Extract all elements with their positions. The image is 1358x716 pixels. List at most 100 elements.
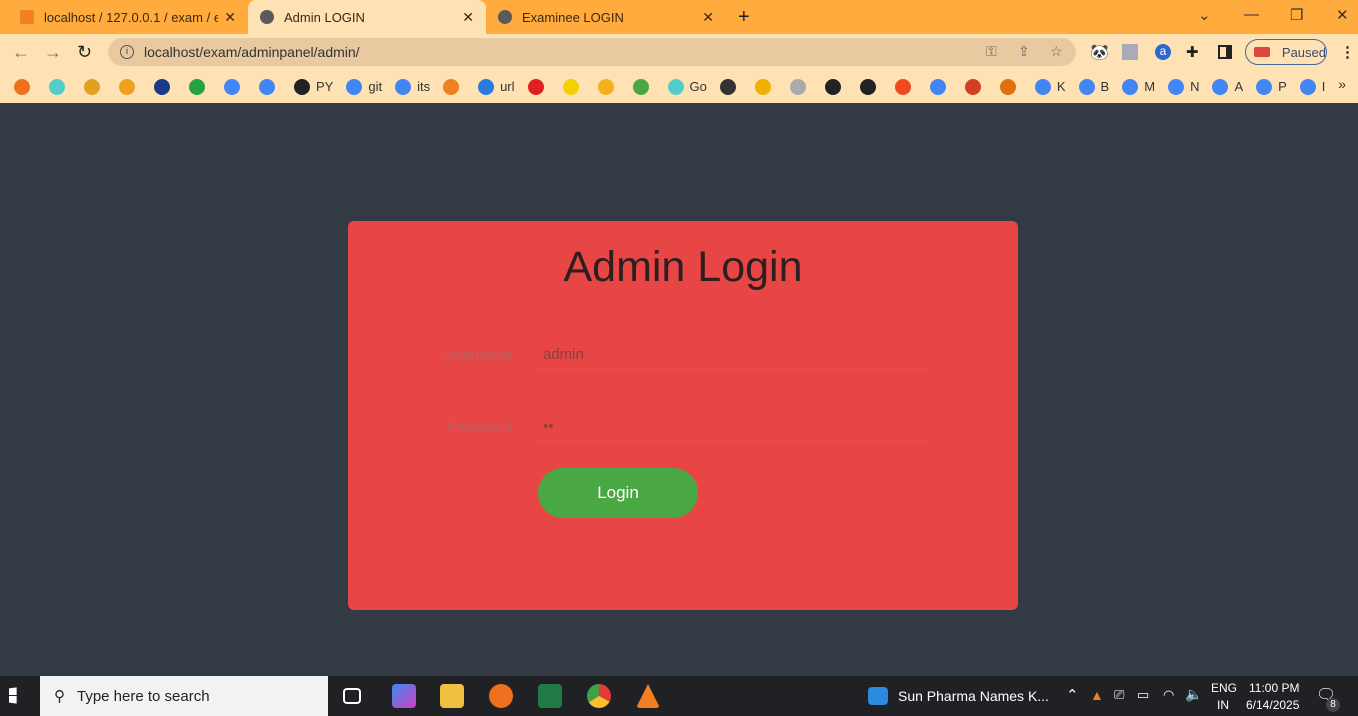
taskbar-search[interactable]: ⚲ Type here to search (40, 676, 328, 716)
forward-button[interactable]: → (44, 42, 62, 63)
back-button[interactable]: ← (12, 42, 30, 63)
bookmark-item[interactable]: I (1299, 78, 1325, 95)
bookmark-item[interactable]: A (1212, 78, 1243, 95)
password-field[interactable] (538, 412, 930, 442)
bookmark-item[interactable] (562, 78, 585, 95)
tab-search-chevron-icon[interactable]: ⌄ (1198, 6, 1211, 24)
battery-icon[interactable]: ▭ (1137, 687, 1149, 703)
clock-time[interactable]: 11:00 PM (1249, 681, 1299, 695)
bookmark-item[interactable]: M (1122, 78, 1155, 95)
bookmark-item[interactable] (49, 78, 71, 95)
bookmark-item[interactable]: its (395, 78, 430, 95)
panda-extension-icon[interactable]: 🐼 (1090, 43, 1109, 61)
copilot-icon[interactable] (392, 684, 416, 708)
bookmark-item[interactable] (929, 78, 952, 95)
bookmark-item[interactable] (719, 78, 742, 95)
vlc-icon[interactable] (636, 684, 660, 708)
username-field[interactable] (538, 340, 930, 370)
tab-phpmyadmin[interactable]: localhost / 127.0.0.1 / exam / exa ✕ (8, 0, 248, 34)
bookmark-item[interactable] (443, 78, 465, 95)
bookmark-item[interactable] (824, 78, 847, 95)
bookmark-item[interactable] (119, 78, 141, 95)
bookmark-item[interactable]: N (1168, 78, 1199, 95)
clock-date[interactable]: 6/14/2025 (1246, 698, 1299, 712)
profile-button[interactable]: Paused (1245, 39, 1327, 65)
bookmark-item[interactable]: url (478, 78, 515, 95)
bookmarks-bar: PY git its url Go K B M N A P I (0, 70, 1358, 103)
bookmark-item[interactable] (964, 78, 987, 95)
news-widget-icon[interactable] (868, 687, 888, 705)
extension-icon[interactable] (1122, 44, 1138, 60)
bookmark-item[interactable] (189, 78, 211, 95)
reload-button[interactable]: ↻ (77, 42, 92, 63)
tab-admin-login[interactable]: Admin LOGIN ✕ (248, 0, 486, 34)
bookmark-favicon-icon (527, 78, 544, 95)
bookmark-item[interactable] (597, 78, 620, 95)
bookmark-favicon-icon (999, 78, 1016, 95)
more-bookmarks-icon[interactable]: » (1338, 76, 1346, 92)
bookmark-item[interactable] (14, 78, 36, 95)
language-indicator[interactable]: ENG (1211, 681, 1237, 695)
login-button[interactable]: Login (538, 468, 698, 518)
puzzle-extensions-icon[interactable]: ✚ (1186, 43, 1199, 61)
bookmark-favicon-icon (667, 78, 684, 95)
bookmark-item[interactable]: K (1034, 78, 1066, 95)
bookmark-item[interactable]: git (346, 78, 382, 95)
volume-icon[interactable]: 🔈 (1185, 686, 1202, 703)
bookmark-item[interactable]: B (1078, 78, 1109, 95)
bookmark-item[interactable] (859, 78, 882, 95)
phpmyadmin-icon (20, 10, 34, 24)
close-icon[interactable]: ✕ (224, 9, 236, 26)
bookmark-item[interactable] (224, 78, 246, 95)
menu-icon[interactable]: ⋮ (1340, 43, 1355, 61)
key-icon[interactable]: ⚿ (986, 43, 997, 60)
bookmark-item[interactable] (527, 78, 550, 95)
new-tab-button[interactable]: + (738, 6, 750, 29)
info-icon[interactable]: i (120, 45, 134, 59)
login-card: Admin Login Username Password Login (348, 221, 1018, 610)
bookmark-item[interactable] (154, 78, 176, 95)
avatar (1254, 47, 1270, 57)
close-window-button[interactable]: ✕ (1336, 6, 1349, 24)
bookmark-favicon-icon (395, 78, 412, 95)
share-icon[interactable]: ⇪ (1018, 43, 1030, 60)
bookmark-favicon-icon (1256, 78, 1273, 95)
amazon-assistant-icon[interactable]: a (1155, 44, 1171, 60)
wifi-icon[interactable]: ◠ (1163, 687, 1174, 703)
show-hidden-icons[interactable]: ⌃ (1066, 686, 1079, 704)
bookmark-item[interactable] (754, 78, 777, 95)
bookmark-item[interactable] (999, 78, 1022, 95)
excel-icon[interactable] (538, 684, 562, 708)
bookmark-item[interactable] (894, 78, 917, 95)
news-widget[interactable]: Sun Pharma Names K... (898, 688, 1049, 704)
minimize-button[interactable]: — (1244, 6, 1259, 23)
close-icon[interactable]: ✕ (702, 9, 714, 26)
bookmark-favicon-icon (964, 78, 981, 95)
close-icon[interactable]: ✕ (462, 9, 474, 26)
bookmark-item[interactable] (632, 78, 655, 95)
tab-strip: localhost / 127.0.0.1 / exam / exa ✕ Admi… (0, 0, 1358, 34)
bookmark-item[interactable]: PY (294, 78, 333, 95)
file-explorer-icon[interactable] (440, 684, 464, 708)
restore-button[interactable]: ❐ (1290, 6, 1303, 24)
language-region[interactable]: IN (1217, 698, 1229, 712)
chrome-icon[interactable] (587, 684, 611, 708)
address-bar[interactable]: i localhost/exam/adminpanel/admin/ ⚿ ⇪ ☆ (108, 38, 1076, 66)
bookmark-item[interactable]: Go (667, 78, 707, 95)
bookmark-label: url (500, 79, 515, 94)
bookmark-item[interactable] (789, 78, 812, 95)
bookmark-item[interactable] (259, 78, 281, 95)
vlc-tray-icon[interactable]: ▲ (1090, 687, 1104, 703)
star-icon[interactable]: ☆ (1050, 43, 1063, 60)
bookmark-favicon-icon (224, 78, 240, 95)
bookmark-item[interactable]: P (1256, 78, 1287, 95)
camera-icon[interactable]: ⎚ (1114, 687, 1124, 703)
bookmark-favicon-icon (719, 78, 736, 95)
windows-start-icon[interactable] (9, 687, 17, 704)
tab-examinee-login[interactable]: Examinee LOGIN ✕ (486, 0, 726, 34)
firefox-icon[interactable] (489, 684, 513, 708)
task-view-icon[interactable] (343, 688, 361, 704)
bookmark-favicon-icon (1122, 78, 1139, 95)
bookmark-item[interactable] (84, 78, 106, 95)
side-panel-icon[interactable] (1218, 45, 1232, 59)
